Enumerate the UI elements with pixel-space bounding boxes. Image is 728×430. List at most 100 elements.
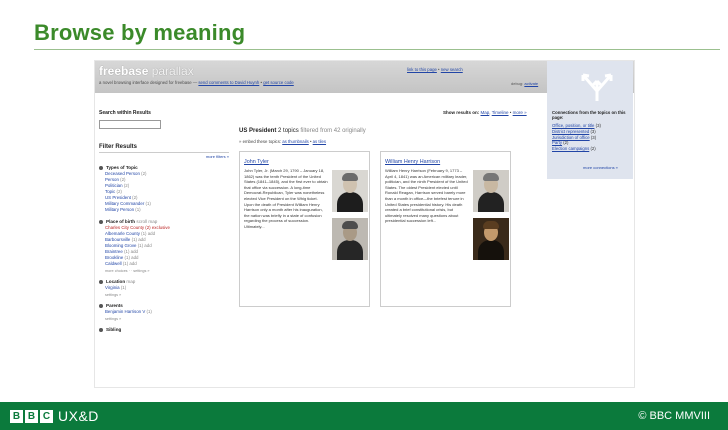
facet-item-name: US President bbox=[105, 195, 131, 200]
facet-header[interactable]: Sibling bbox=[99, 327, 229, 332]
facet-item[interactable]: Benjamin Harrison V (1) bbox=[105, 309, 229, 315]
connections-title: Connections from the topics on this page… bbox=[552, 110, 626, 121]
bullet-icon bbox=[99, 165, 103, 170]
portrait-hair bbox=[342, 173, 358, 181]
show-on-timeline-link[interactable]: Timeline bbox=[492, 110, 509, 115]
filter-sidebar: Search within Results Filter Results mor… bbox=[99, 110, 229, 332]
portrait-image[interactable] bbox=[332, 218, 368, 260]
facet-settings-link[interactable]: settings » bbox=[105, 293, 229, 297]
bullet-icon bbox=[99, 279, 103, 284]
portrait-image[interactable] bbox=[473, 170, 509, 212]
facet-header[interactable]: Place of birth scroll map bbox=[99, 219, 229, 224]
facet-footer-links[interactable]: more choices · · settings » bbox=[105, 269, 229, 273]
facet-item-count: (1) bbox=[145, 201, 151, 206]
portrait-coat bbox=[337, 240, 363, 260]
connection-item[interactable]: Election campaigns (2) bbox=[552, 146, 632, 152]
topic-card-john-tyler: John Tyler John Tyler, Jr. (March 29, 17… bbox=[239, 151, 370, 307]
facet-item-list: Deceased Person (2) Person (2) Politicia… bbox=[105, 171, 229, 213]
facet-location: Location map Virginia (1) settings » bbox=[99, 279, 229, 297]
portrait-coat bbox=[337, 192, 363, 212]
show-results-bar: Show results on: Map, Timeline • more » bbox=[443, 110, 527, 115]
logo-sub: parallax bbox=[148, 64, 194, 78]
more-connections-link[interactable]: more connections » bbox=[583, 165, 618, 170]
show-on-map-link[interactable]: Map bbox=[481, 110, 490, 115]
facet-item[interactable]: Virginia (1) bbox=[105, 285, 229, 291]
facet-item-list: Benjamin Harrison V (1) bbox=[105, 309, 229, 315]
facet-label: Place of birth bbox=[106, 219, 136, 224]
facet-item-count: (1) add bbox=[141, 231, 156, 236]
facet-item-count: (1) add bbox=[137, 243, 152, 248]
topic-title-link[interactable]: William Henry Harrison bbox=[385, 159, 506, 165]
slide-title: Browse by meaning bbox=[34, 20, 246, 45]
facet-types: Types of Topic Deceased Person (2) Perso… bbox=[99, 165, 229, 213]
portrait-image[interactable] bbox=[473, 218, 509, 260]
bullet-icon bbox=[99, 219, 103, 224]
facet-header[interactable]: Parents bbox=[99, 303, 229, 308]
connections-arrows-icon bbox=[581, 73, 613, 101]
facet-label: Sibling bbox=[106, 327, 122, 332]
facet-item-name: Person bbox=[105, 177, 119, 182]
get-source-link[interactable]: get source code bbox=[263, 80, 294, 85]
app-tagline: a novel browsing interface designed for … bbox=[99, 80, 294, 85]
bullet-icon bbox=[99, 327, 103, 332]
facet-item-count: (2) bbox=[120, 177, 126, 182]
link-to-page-link[interactable]: link to this page bbox=[407, 67, 437, 72]
send-comments-link[interactable]: send comments to David Huynh bbox=[198, 80, 259, 85]
search-within-input[interactable] bbox=[99, 120, 161, 129]
facet-header[interactable]: Location map bbox=[99, 279, 229, 284]
connection-name: District represented bbox=[552, 128, 590, 134]
bbc-logo-block: B bbox=[10, 410, 23, 423]
results-type: US President bbox=[239, 128, 277, 134]
facet-header[interactable]: Types of Topic bbox=[99, 165, 229, 170]
connections-list: Office, position, or title (3) District … bbox=[552, 123, 632, 152]
connection-name: Election campaigns bbox=[552, 146, 590, 152]
search-within-label: Search within Results bbox=[99, 110, 151, 116]
filter-divider bbox=[99, 152, 229, 153]
show-more-link[interactable]: more » bbox=[513, 110, 527, 115]
embed-thumbnails-link[interactable]: as thumbnails bbox=[282, 139, 309, 144]
embed-label: » embed these topics: bbox=[239, 139, 283, 144]
facet-item-name: Barboursville bbox=[105, 237, 131, 242]
connection-name: Office, position, or title bbox=[552, 123, 595, 128]
facet-note[interactable]: map bbox=[126, 279, 135, 284]
facet-item-name: Braintree bbox=[105, 249, 123, 254]
facet-item[interactable]: Caldwell (1) add bbox=[105, 261, 229, 267]
results-filter-note: filtered from 42 originally bbox=[300, 128, 366, 134]
connection-count: (3) bbox=[590, 134, 597, 140]
facet-item-count: (1) bbox=[120, 285, 127, 290]
copyright-text: © BBC MMVIII bbox=[638, 410, 710, 422]
connections-panel: Connections from the topics on this page… bbox=[547, 61, 633, 179]
embed-tiles-link[interactable]: as tiles bbox=[313, 139, 326, 144]
connection-count: (2) bbox=[590, 146, 596, 152]
facet-note[interactable]: scroll map bbox=[136, 219, 157, 224]
facet-sibling: Sibling bbox=[99, 327, 229, 332]
facet-label: Location bbox=[106, 279, 126, 284]
connection-count: (2) bbox=[563, 140, 569, 146]
facet-item-count: (2) bbox=[116, 189, 122, 194]
bbc-logo-block: C bbox=[40, 410, 53, 423]
new-search-link[interactable]: new search bbox=[441, 67, 463, 72]
facet-settings-link[interactable]: settings » bbox=[105, 317, 229, 321]
topic-title-link[interactable]: John Tyler bbox=[244, 159, 365, 165]
facet-item-name: Charles City County bbox=[105, 225, 145, 230]
tagline-text: a novel browsing interface designed for … bbox=[99, 80, 199, 85]
facet-item-count: (2) bbox=[123, 183, 130, 188]
debug-control: debug: activate bbox=[511, 81, 538, 86]
portrait-image[interactable] bbox=[332, 170, 368, 212]
facet-item-name: Politician bbox=[105, 183, 123, 188]
bullet-icon bbox=[99, 303, 103, 308]
portrait-hair bbox=[483, 221, 499, 229]
facet-item-count: (2) bbox=[132, 195, 138, 200]
facet-label: Parents bbox=[106, 303, 123, 308]
facet-item-count: (1) bbox=[146, 309, 152, 314]
topic-card-william-henry-harrison: William Henry Harrison William Henry Har… bbox=[380, 151, 511, 307]
app-logo[interactable]: freebase parallax bbox=[99, 64, 194, 78]
connection-name: Party bbox=[552, 140, 563, 146]
facet-item[interactable]: Military Person (1) bbox=[105, 207, 229, 213]
portrait-hair bbox=[342, 221, 358, 229]
portrait-coat bbox=[478, 192, 504, 212]
facet-item-name: Deceased Person bbox=[105, 171, 140, 176]
debug-activate-link[interactable]: activate bbox=[524, 81, 538, 86]
facet-item-name: Caldwell bbox=[105, 261, 122, 266]
more-filters-link[interactable]: more filters » bbox=[99, 154, 229, 159]
